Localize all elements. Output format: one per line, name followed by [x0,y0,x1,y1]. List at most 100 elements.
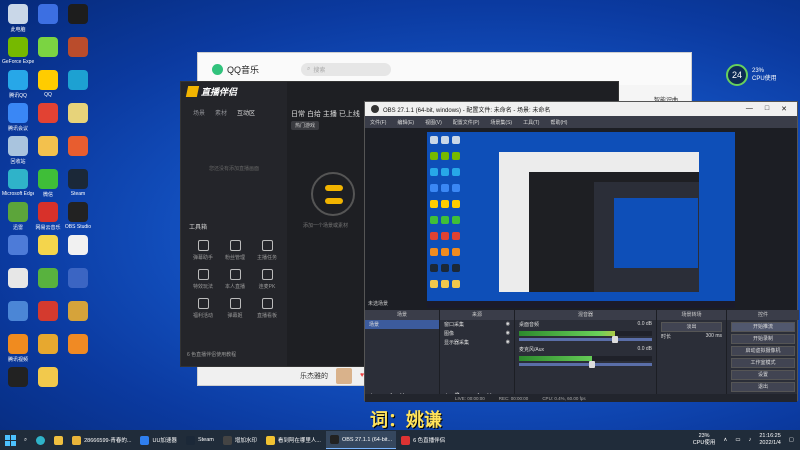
desktop-icon[interactable] [32,334,64,356]
obs-preview[interactable] [365,128,797,310]
taskbar-app[interactable]: Steam [182,431,218,449]
desktop-icon[interactable] [2,235,34,257]
desktop-icon[interactable]: 迅雷 [2,202,34,231]
desktop-icon[interactable] [62,37,94,59]
desktop-icon[interactable]: 腾讯QQ [2,70,34,99]
taskbar-edge[interactable] [32,431,49,449]
desktop-icon[interactable]: 回收站 [2,136,34,165]
tool-item[interactable]: 弹幕助手 [187,240,219,261]
tab-assets[interactable]: 素材 [215,108,227,117]
control-button[interactable]: 工作室模式 [731,358,795,368]
taskbar-app[interactable]: 增加水印 [219,431,261,449]
desktop-icon[interactable] [62,235,94,257]
desktop-icon[interactable] [32,37,64,59]
desktop-icon[interactable] [62,301,94,323]
taskbar-app[interactable]: 28666599-青春的... [68,431,135,449]
transition-select[interactable]: 淡出 [661,322,722,332]
source-item[interactable]: 图像 ◉ [440,329,514,338]
taskbar-app[interactable]: 6 色直播伴侣 [397,431,449,449]
menu-item[interactable]: 文件(F) [370,119,386,126]
taskbar-explorer[interactable] [50,431,67,449]
source-item[interactable]: 窗口采集 ◉ [440,320,514,329]
tool-item[interactable]: 粉丝管理 [219,240,251,261]
taskbar-app[interactable]: UU加速器 [136,431,180,449]
avatar[interactable] [336,367,352,384]
tool-item[interactable]: 直播看板 [251,298,283,319]
desktop-icon[interactable] [62,268,94,290]
volume-slider[interactable] [519,361,652,368]
desktop-icon[interactable]: 此电脑 [2,4,34,33]
desktop-icon[interactable]: QQ [32,70,64,98]
menu-item[interactable]: 工具(T) [523,119,539,126]
desktop-icon[interactable] [32,235,64,257]
clock[interactable]: 21:16:25 2022/1/4 [759,433,780,447]
tool-item[interactable]: 主播任务 [251,240,283,261]
desktop-icon[interactable]: Steam [62,169,94,197]
control-button[interactable]: 开始推流 [731,322,795,332]
eye-icon[interactable]: ◉ [506,330,510,337]
menu-item[interactable]: 帮助(H) [550,119,567,126]
desktop-icon[interactable] [2,268,34,290]
desktop-icon[interactable] [32,268,64,290]
volume-slider-knob[interactable] [589,361,596,368]
maximize-icon[interactable]: □ [765,105,769,113]
volume-slider-knob[interactable] [611,336,618,343]
start-button[interactable] [0,430,20,450]
chevron-up-icon[interactable]: ∧ [723,437,727,443]
taskbar-app[interactable]: 看到阿在哪里人... [262,431,325,449]
desktop-icon[interactable] [32,136,64,158]
tool-item[interactable]: 连麦PK [251,269,283,290]
tab-scenes[interactable]: 场景 [193,108,205,117]
obs-window[interactable]: OBS 27.1.1 (64-bit, windows) - 配置文件: 未命名… [364,101,799,402]
add-asset-button[interactable] [325,198,343,204]
add-scene-button[interactable] [325,185,343,191]
duration-input[interactable]: 300 ms [706,333,722,340]
add-scene-orb[interactable] [311,172,355,216]
desktop-icon[interactable]: 腾讯会议 [2,103,34,132]
taskbar-search[interactable]: ⌕ [20,431,31,449]
menu-item[interactable]: 配置文件(P) [453,119,480,126]
desktop-icon[interactable] [32,301,64,323]
control-button[interactable]: 开始录制 [731,334,795,344]
tool-item[interactable]: 弹幕姬 [219,298,251,319]
desktop-icon[interactable]: 微信 [32,169,64,198]
eye-icon[interactable]: ◉ [506,339,510,346]
desktop-icon[interactable] [32,103,64,125]
desktop-icon[interactable] [62,70,94,92]
menu-item[interactable]: 编辑(E) [397,119,414,126]
desktop-icon[interactable] [2,367,34,389]
taskbar-app[interactable]: OBS 27.1.1 (64-bit... [325,431,397,449]
notification-icon[interactable]: ▢ [789,437,794,443]
tool-item[interactable]: 福利活动 [187,298,219,319]
desktop-icon[interactable]: 网易云音乐 [32,202,64,231]
companion-tag[interactable]: 热门游戏 [291,121,320,130]
network-icon[interactable]: ▭ [735,437,740,443]
qq-search-input[interactable]: ⌕ 搜索 [301,62,392,76]
menu-item[interactable]: 场景集(S) [490,119,512,126]
desktop-icon[interactable] [32,367,64,389]
control-button[interactable]: 退出 [731,382,795,392]
desktop-icon[interactable] [62,334,94,356]
scene-item[interactable]: 场景 [365,320,439,329]
tutorial-link[interactable]: 6 色直播伴侣使用教程 [187,351,236,358]
desktop-icon[interactable]: 腾讯视频 [2,334,34,363]
close-icon[interactable]: ✕ [781,105,787,113]
desktop-icon[interactable] [32,4,64,26]
desktop-icon[interactable] [62,4,94,26]
volume-icon[interactable]: ♪ [749,437,752,443]
tool-item[interactable]: 本人直播 [219,269,251,290]
desktop-icon[interactable] [2,301,34,323]
eye-icon[interactable]: ◉ [506,321,510,328]
control-button[interactable]: 启动虚拟摄像机 [731,346,795,356]
source-item[interactable]: 显示器采集 ◉ [440,338,514,347]
desktop-icon[interactable]: OBS Studio [62,202,94,230]
control-button[interactable]: 设置 [731,370,795,380]
tool-item[interactable]: 特效玩法 [187,269,219,290]
menu-item[interactable]: 视图(V) [425,119,442,126]
volume-slider[interactable] [519,336,652,343]
tab-interact[interactable]: 互动区 [237,108,255,117]
desktop-icon[interactable]: GeForce Experience [2,37,34,65]
desktop-icon[interactable] [62,136,94,158]
desktop-icon[interactable]: Microsoft Edge [2,169,34,197]
desktop-icon[interactable] [62,103,94,125]
